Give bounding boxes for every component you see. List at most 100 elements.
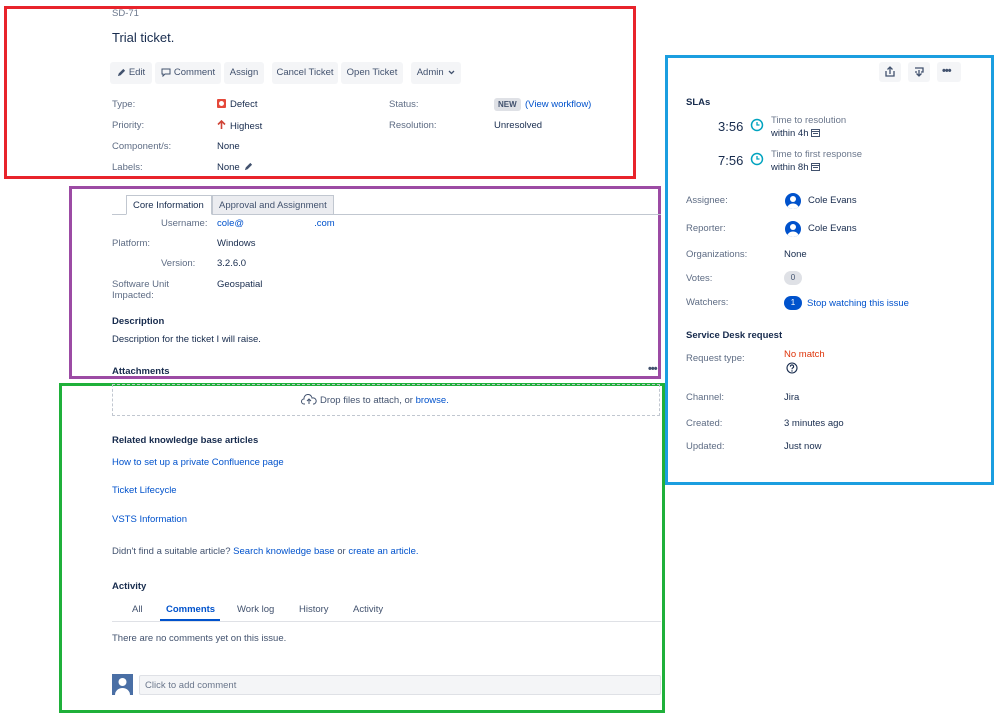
activity-title: Activity xyxy=(112,581,147,592)
resolution-label: Resolution: xyxy=(389,120,437,131)
channel-value: Jira xyxy=(784,392,800,403)
software-unit-label: Software Unit Impacted: xyxy=(112,279,169,301)
arrow-up-icon xyxy=(217,119,226,129)
status-badge[interactable]: NEW xyxy=(494,98,521,111)
sla-within: within 8h xyxy=(771,162,821,173)
edit-button[interactable]: Edit xyxy=(110,62,152,84)
stop-watching-link[interactable]: Stop watching this issue xyxy=(807,298,909,309)
watchers-label: Watchers: xyxy=(686,297,729,308)
priority-value: Highest xyxy=(217,119,263,132)
votes-count[interactable]: 0 xyxy=(784,271,802,285)
no-comments-text: There are no comments yet on this issue. xyxy=(112,633,287,644)
username-label: Username: xyxy=(161,218,208,229)
user-icon xyxy=(787,196,799,209)
labels-text: None xyxy=(217,162,240,173)
tab-core-information[interactable]: Core Information xyxy=(126,195,212,215)
sla-title: SLAs xyxy=(686,97,711,108)
description-text[interactable]: Description for the ticket I will raise. xyxy=(112,334,261,345)
issue-key[interactable]: SD-71 xyxy=(112,8,139,19)
votes-label: Votes: xyxy=(686,273,713,284)
admin-label: Admin xyxy=(416,67,444,78)
calendar-icon xyxy=(811,129,821,137)
share-button[interactable] xyxy=(879,62,901,82)
sla-within-text: within 8h xyxy=(771,162,809,173)
channel-label: Channel: xyxy=(686,392,725,403)
user-icon xyxy=(115,678,130,695)
comment-placeholder: Click to add comment xyxy=(145,680,237,691)
attachments-title: Attachments xyxy=(112,366,170,377)
chevron-down-icon xyxy=(448,70,455,75)
export-icon xyxy=(915,67,924,77)
priority-label: Priority: xyxy=(112,120,145,131)
cloud-upload-icon xyxy=(301,394,317,405)
labels-value[interactable]: None xyxy=(217,162,253,173)
created-value: 3 minutes ago xyxy=(784,418,844,429)
updated-value: Just now xyxy=(784,441,822,452)
assign-button[interactable]: Assign xyxy=(224,62,264,84)
kb-not-found: Didn't find a suitable article? Search k… xyxy=(112,546,419,557)
components-label: Component/s: xyxy=(112,141,172,152)
tab-approval-and-assignment[interactable]: Approval and Assignment xyxy=(212,195,334,215)
pencil-icon[interactable] xyxy=(244,162,253,171)
comment-button[interactable]: Comment xyxy=(155,62,221,84)
pencil-icon xyxy=(117,68,125,77)
export-button[interactable] xyxy=(908,62,930,82)
assignee-value[interactable]: Cole Evans xyxy=(808,195,857,206)
service-desk-title: Service Desk request xyxy=(686,330,783,341)
highlight-box-header xyxy=(4,6,636,179)
search-kb-link[interactable]: Search knowledge base xyxy=(233,546,334,557)
sla-time: 3:56 xyxy=(718,119,744,134)
request-type-value: No match xyxy=(784,349,825,360)
software-unit-label-line2: Impacted: xyxy=(112,290,154,301)
type-text: Defect xyxy=(230,99,258,110)
attachment-dropzone[interactable]: Drop files to attach, or browse. xyxy=(112,384,660,416)
software-unit-label-line1: Software Unit xyxy=(112,279,170,290)
avatar xyxy=(112,674,133,695)
assignee-label: Assignee: xyxy=(686,195,728,206)
create-article-link[interactable]: create an article. xyxy=(348,546,418,557)
kb-not-found-text: Didn't find a suitable article? xyxy=(112,546,231,557)
calendar-icon xyxy=(811,163,821,171)
labels-label: Labels: xyxy=(112,162,143,173)
clock-icon xyxy=(750,118,764,132)
version-value: 3.2.6.0 xyxy=(217,258,247,269)
admin-dropdown[interactable]: Admin xyxy=(411,62,461,84)
tab-activity[interactable]: Activity xyxy=(353,604,383,615)
sla-within: within 4h xyxy=(771,128,821,139)
view-workflow-link[interactable]: (View workflow) xyxy=(525,99,591,110)
request-type-label: Request type: xyxy=(686,353,745,364)
comment-input[interactable]: Click to add comment xyxy=(139,675,661,695)
browse-link[interactable]: browse. xyxy=(416,395,449,406)
comment-icon xyxy=(161,68,171,77)
dropzone-content: Drop files to attach, or browse. xyxy=(301,394,449,406)
avatar xyxy=(785,193,801,209)
username-start: cole@ xyxy=(217,218,245,229)
issue-title[interactable]: Trial ticket. xyxy=(112,30,174,45)
tab-comments[interactable]: Comments xyxy=(166,604,215,615)
components-value: None xyxy=(217,141,240,152)
priority-text: Highest xyxy=(230,121,263,132)
watchers-count[interactable]: 1 xyxy=(784,296,802,310)
platform-value: Windows xyxy=(217,238,256,249)
more-icon[interactable]: ••• xyxy=(648,363,658,375)
kb-article-link[interactable]: VSTS Information xyxy=(112,514,187,525)
sla-name: Time to first response xyxy=(771,149,862,160)
username-value[interactable]: cole@ .com xyxy=(217,218,335,229)
more-actions-button[interactable]: ••• xyxy=(937,62,961,82)
tab-all[interactable]: All xyxy=(132,604,143,615)
open-ticket-button[interactable]: Open Ticket xyxy=(341,62,403,84)
type-label: Type: xyxy=(112,99,136,110)
tab-work-log[interactable]: Work log xyxy=(237,604,274,615)
clock-icon xyxy=(750,152,764,166)
sla-name: Time to resolution xyxy=(771,115,847,126)
description-title: Description xyxy=(112,316,165,327)
cancel-ticket-button[interactable]: Cancel Ticket xyxy=(272,62,338,84)
kb-article-link[interactable]: Ticket Lifecycle xyxy=(112,485,177,496)
help-icon[interactable] xyxy=(786,362,798,374)
created-label: Created: xyxy=(686,418,723,429)
kb-title: Related knowledge base articles xyxy=(112,435,259,446)
reporter-value[interactable]: Cole Evans xyxy=(808,223,857,234)
kb-article-link[interactable]: How to set up a private Confluence page xyxy=(112,457,284,468)
activity-tabs-divider xyxy=(112,621,661,622)
tab-history[interactable]: History xyxy=(299,604,329,615)
